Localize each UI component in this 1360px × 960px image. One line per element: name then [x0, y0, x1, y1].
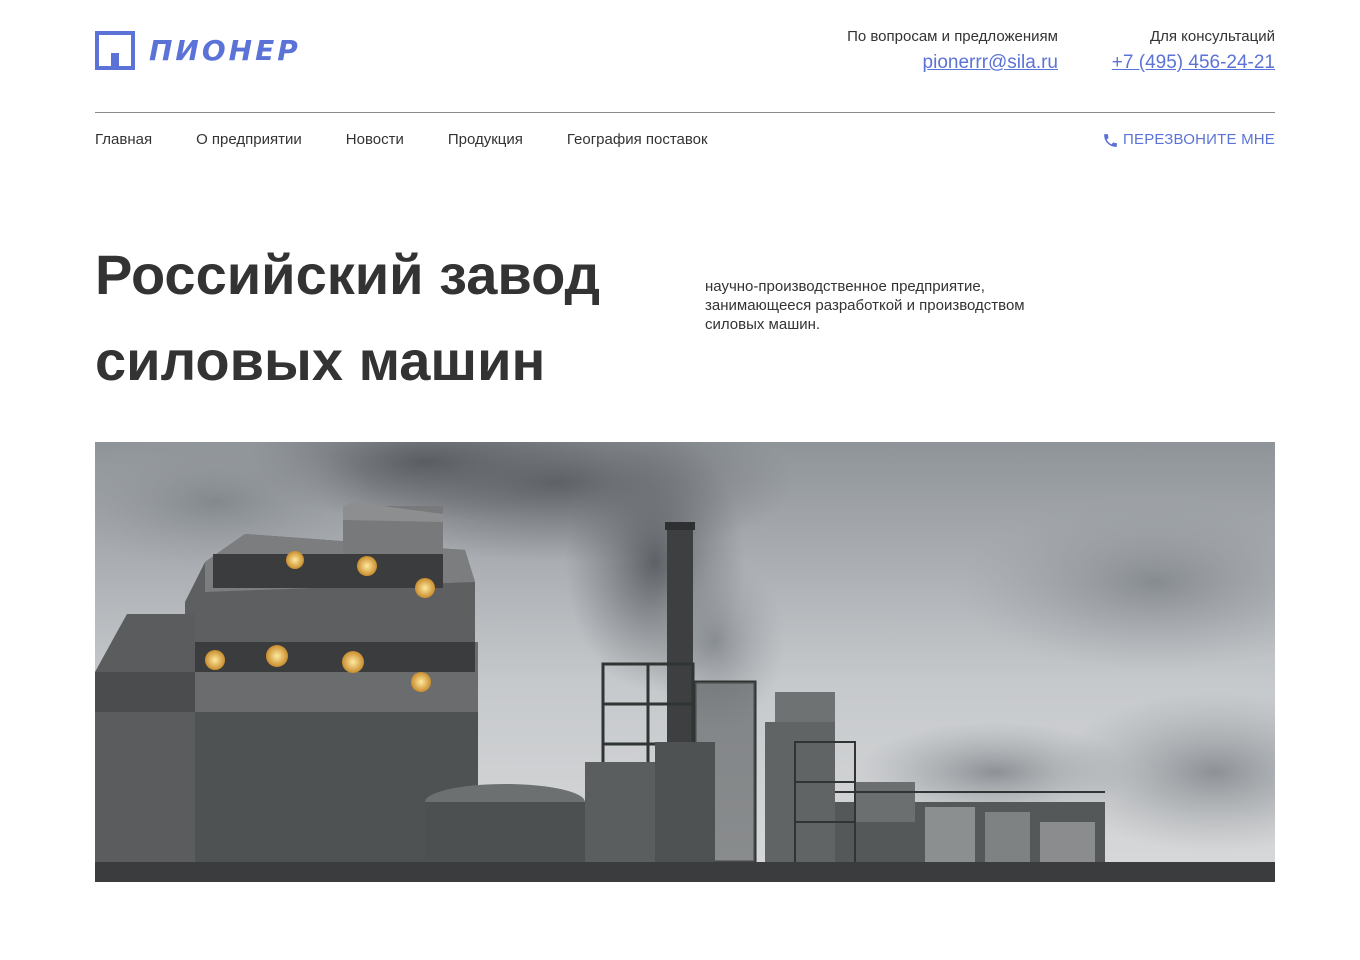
nav-item-news[interactable]: Новости — [346, 130, 404, 150]
hero-title-line-1: Российский завод — [95, 243, 601, 306]
hero-image — [95, 442, 1275, 882]
contact-phone-block: Для консультаций +7 (495) 456-24-21 — [1112, 28, 1275, 74]
callback-button[interactable]: ПЕРЕЗВОНИТЕ МНЕ — [1102, 130, 1275, 150]
hero-description: научно-производственное предприятие, зан… — [705, 278, 1025, 333]
contact-email-block: По вопросам и предложениям pionerrr@sila… — [847, 28, 1058, 74]
contact-phone-caption: Для консультаций — [1149, 28, 1275, 45]
phone-icon — [1104, 133, 1117, 147]
page: ПИОНЕР По вопросам и предложениям pioner… — [95, 0, 1275, 960]
nav-item-products[interactable]: Продукция — [448, 130, 523, 150]
site-header: ПИОНЕР По вопросам и предложениям pioner… — [95, 0, 1275, 112]
nav-item-home[interactable]: Главная — [95, 130, 152, 150]
nav-item-about[interactable]: О предприятии — [196, 130, 302, 150]
hero-title-line-2: силовых машин — [95, 329, 546, 392]
contact-email-link[interactable]: pionerrr@sila.ru — [923, 52, 1058, 74]
main-nav: Главная О предприятии Новости Продукция … — [95, 130, 752, 150]
logo-text: ПИОНЕР — [149, 34, 301, 67]
callback-label: ПЕРЕЗВОНИТЕ МНЕ — [1123, 131, 1275, 148]
nav-item-geography[interactable]: География поставок — [567, 130, 708, 150]
hero-title: Российский завод силовых машин — [95, 232, 600, 404]
contact-phone-link[interactable]: +7 (495) 456-24-21 — [1112, 52, 1275, 74]
contact-email-caption: По вопросам и предложениям — [847, 28, 1058, 45]
logo-icon — [95, 31, 135, 70]
logo[interactable]: ПИОНЕР — [95, 31, 301, 70]
header-divider — [95, 112, 1275, 113]
